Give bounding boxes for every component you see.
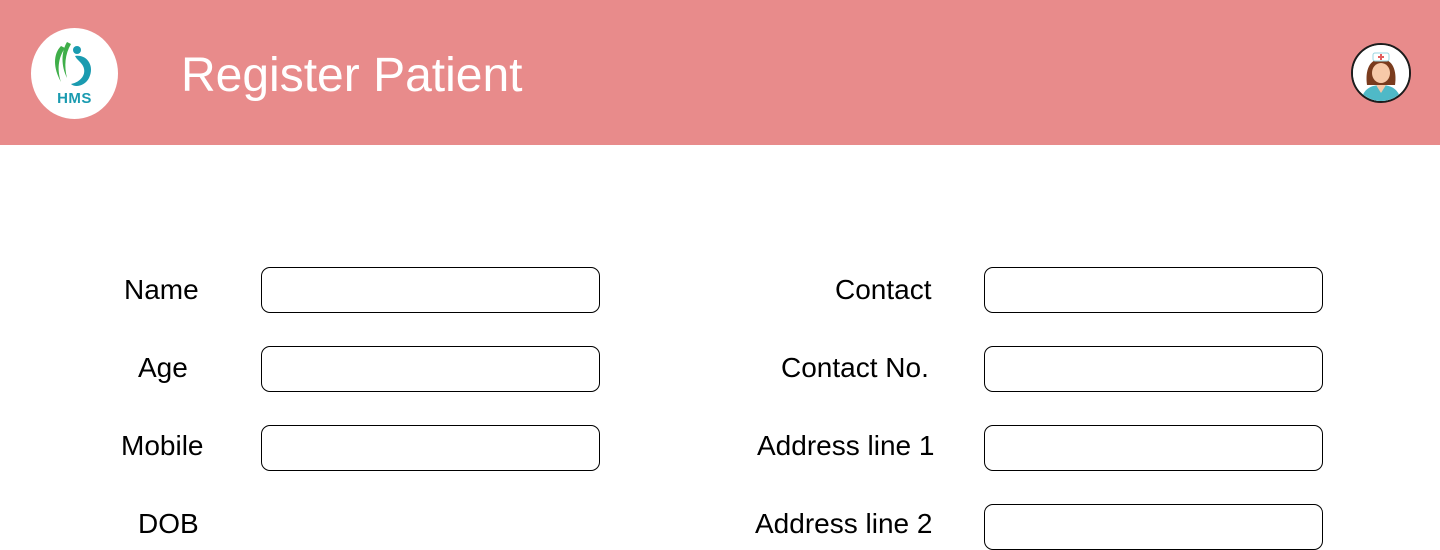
contact-no-label: Contact No. (781, 352, 929, 383)
logo-text: HMS (57, 90, 92, 107)
age-label: Age (138, 352, 188, 383)
contact-label: Contact (835, 274, 932, 305)
user-avatar[interactable] (1351, 43, 1411, 103)
mobile-label: Mobile (121, 430, 204, 461)
mobile-input[interactable] (261, 425, 600, 471)
dob-label: DOB (138, 508, 199, 539)
hms-logo[interactable]: HMS (31, 28, 118, 119)
nurse-avatar-icon (1353, 45, 1409, 101)
app-header: HMS Register Patient (0, 0, 1440, 145)
contact-input[interactable] (984, 267, 1323, 313)
address-line-1-label: Address line 1 (757, 430, 935, 461)
page-title: Register Patient (181, 49, 523, 102)
address-line-2-input[interactable] (984, 504, 1323, 550)
name-input[interactable] (261, 267, 600, 313)
name-label: Name (124, 274, 199, 305)
address-line-2-label: Address line 2 (755, 508, 933, 539)
age-input[interactable] (261, 346, 600, 392)
contact-no-input[interactable] (984, 346, 1323, 392)
address-line-1-input[interactable] (984, 425, 1323, 471)
